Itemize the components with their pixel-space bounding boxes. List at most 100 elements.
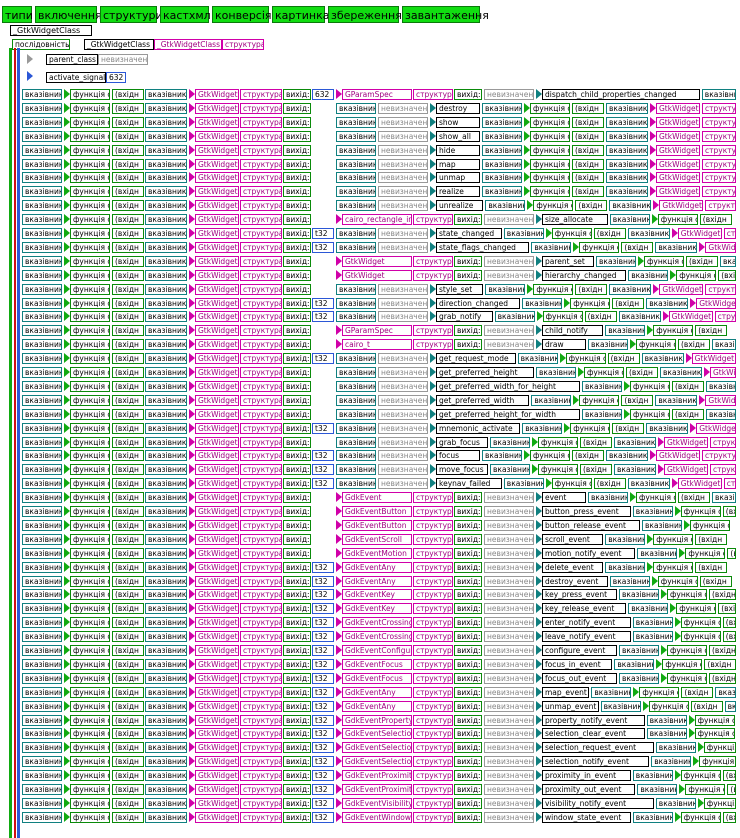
- member-field[interactable]: event: [542, 492, 586, 503]
- member-field[interactable]: show: [436, 117, 480, 128]
- member-field[interactable]: destroy_event: [542, 576, 608, 587]
- widget-type-cell: GtkWidget: [705, 395, 736, 406]
- member-field[interactable]: direction_changed: [436, 298, 521, 309]
- member-field[interactable]: realize: [436, 186, 480, 197]
- class-name-box[interactable]: _GtkWidgetClass: [84, 39, 154, 50]
- unknown-cell: невизначено: [484, 534, 534, 545]
- member-field[interactable]: size_allocate: [542, 214, 608, 225]
- member-field[interactable]: delete_event: [542, 562, 604, 573]
- member-field[interactable]: unrealize: [436, 200, 484, 211]
- member-field[interactable]: enter_notify_event: [542, 617, 631, 628]
- menu-button-7[interactable]: завантаження: [402, 6, 489, 23]
- member-field[interactable]: mnemonic_activate: [436, 423, 521, 434]
- member-field[interactable]: focus_in_event: [542, 659, 613, 670]
- struct-title[interactable]: _GtkWidgetClass: [10, 25, 92, 36]
- member-field[interactable]: state_changed: [436, 228, 502, 239]
- member-field[interactable]: child_notify: [542, 325, 604, 336]
- function-cell: функція сі: [667, 589, 707, 600]
- member-field[interactable]: get_request_mode: [436, 353, 516, 364]
- menu-button-6[interactable]: збереження: [328, 6, 402, 23]
- member-field[interactable]: map: [436, 159, 480, 170]
- member-field[interactable]: dispatch_child_properties_changed: [542, 89, 700, 100]
- member-field[interactable]: focus: [436, 450, 480, 461]
- member-field[interactable]: key_release_event: [542, 603, 627, 614]
- member-field[interactable]: unmap_event: [542, 701, 599, 712]
- widget-type-cell: GtkWidget: [195, 325, 239, 336]
- member-field[interactable]: get_preferred_width: [436, 395, 530, 406]
- activate-signal-field[interactable]: activate_signal: [46, 72, 106, 83]
- function-cell: функція сі: [533, 200, 574, 211]
- output-cell: вихід:: [283, 589, 311, 600]
- function-cell: функція сі: [70, 645, 110, 656]
- struct-cell: структура: [240, 687, 282, 698]
- pointer-cell: вказівник: [336, 353, 376, 364]
- pointer-cell: вказівник: [618, 311, 661, 322]
- member-field[interactable]: destroy: [436, 103, 480, 114]
- widget-type-cell: GtkWidget: [195, 172, 239, 183]
- member-field[interactable]: style_set: [436, 284, 484, 295]
- struct-cell: структура: [413, 812, 453, 823]
- member-field[interactable]: scroll_event: [542, 534, 604, 545]
- member-field[interactable]: show_all: [436, 131, 480, 142]
- member-field[interactable]: get_preferred_height: [436, 367, 534, 378]
- struct-cell: структура: [413, 701, 453, 712]
- pointer-cell: вказівник: [482, 450, 522, 461]
- widget-type-cell: GtkWidget: [195, 756, 239, 767]
- widget-type-cell: GtkWidget: [659, 284, 704, 295]
- member-field[interactable]: get_preferred_width_for_height: [436, 381, 580, 392]
- member-field[interactable]: proximity_out_event: [542, 784, 636, 795]
- menu-button-1[interactable]: включення: [35, 6, 102, 23]
- pointer-cell: вказівник: [22, 728, 62, 739]
- member-field[interactable]: motion_notify_event: [542, 548, 636, 559]
- member-field[interactable]: leave_notify_event: [542, 631, 631, 642]
- member-field[interactable]: selection_request_event: [542, 742, 654, 753]
- unknown-cell: невизначено: [484, 742, 534, 753]
- member-field[interactable]: button_press_event: [542, 506, 631, 517]
- pointer-cell: вказівник: [22, 339, 62, 350]
- parent-class-field[interactable]: parent_class: [46, 54, 98, 65]
- input-cell: (вхідн: [112, 325, 144, 336]
- member-field[interactable]: selection_notify_event: [542, 756, 650, 767]
- member-field[interactable]: button_release_event: [542, 520, 640, 531]
- member-field[interactable]: property_notify_event: [542, 715, 645, 726]
- member-field[interactable]: grab_notify: [436, 311, 493, 322]
- unknown-cell: невизначено: [378, 228, 428, 239]
- member-field[interactable]: map_event: [542, 687, 590, 698]
- member-field[interactable]: get_preferred_height_for_width: [436, 409, 580, 420]
- output-cell: вихід:: [283, 367, 311, 378]
- pointer-cell: вказівник: [482, 172, 522, 183]
- member-field[interactable]: hierarchy_changed: [542, 270, 627, 281]
- output-cell: вихід:: [454, 603, 482, 614]
- member-field[interactable]: state_flags_changed: [436, 242, 530, 253]
- unknown-cell: невизначено: [484, 562, 534, 573]
- pointer-cell: вказівник: [614, 464, 656, 475]
- pointer-cell: вказівник: [646, 298, 689, 309]
- pointer-cell: вказівник: [145, 423, 187, 434]
- menu-button-4[interactable]: конверсія: [212, 6, 272, 23]
- member-field[interactable]: focus_out_event: [542, 673, 617, 684]
- member-field[interactable]: window_state_event: [542, 812, 631, 823]
- member-field[interactable]: selection_clear_event: [542, 728, 645, 739]
- member-field[interactable]: draw: [542, 339, 586, 350]
- member-field[interactable]: move_focus: [436, 464, 488, 475]
- struct-cell: структура: [240, 659, 282, 670]
- menu-button-2[interactable]: структури: [100, 6, 163, 23]
- member-field[interactable]: grab_focus: [436, 437, 488, 448]
- widget-type-cell: GtkWidget: [195, 589, 239, 600]
- member-field[interactable]: unmap: [436, 172, 480, 183]
- input-cell: (вхідн: [112, 534, 144, 545]
- member-field[interactable]: hide: [436, 145, 480, 156]
- pointer-cell: вказівник: [22, 256, 62, 267]
- widget-type-cell: GtkWidget: [710, 367, 736, 378]
- member-field[interactable]: visibility_notify_event: [542, 798, 654, 809]
- widget-type-cell: GtkWidget: [195, 395, 239, 406]
- member-field[interactable]: key_press_event: [542, 589, 617, 600]
- member-field[interactable]: parent_set: [542, 256, 594, 267]
- menu-button-0[interactable]: типи: [2, 6, 33, 23]
- menu-button-5[interactable]: картинка: [272, 6, 330, 23]
- member-field[interactable]: keynav_failed: [436, 478, 502, 489]
- member-field[interactable]: configure_event: [542, 645, 617, 656]
- member-field[interactable]: proximity_in_event: [542, 770, 631, 781]
- arrow-icon: [27, 71, 33, 81]
- menu-button-3[interactable]: кастхмл: [160, 6, 211, 23]
